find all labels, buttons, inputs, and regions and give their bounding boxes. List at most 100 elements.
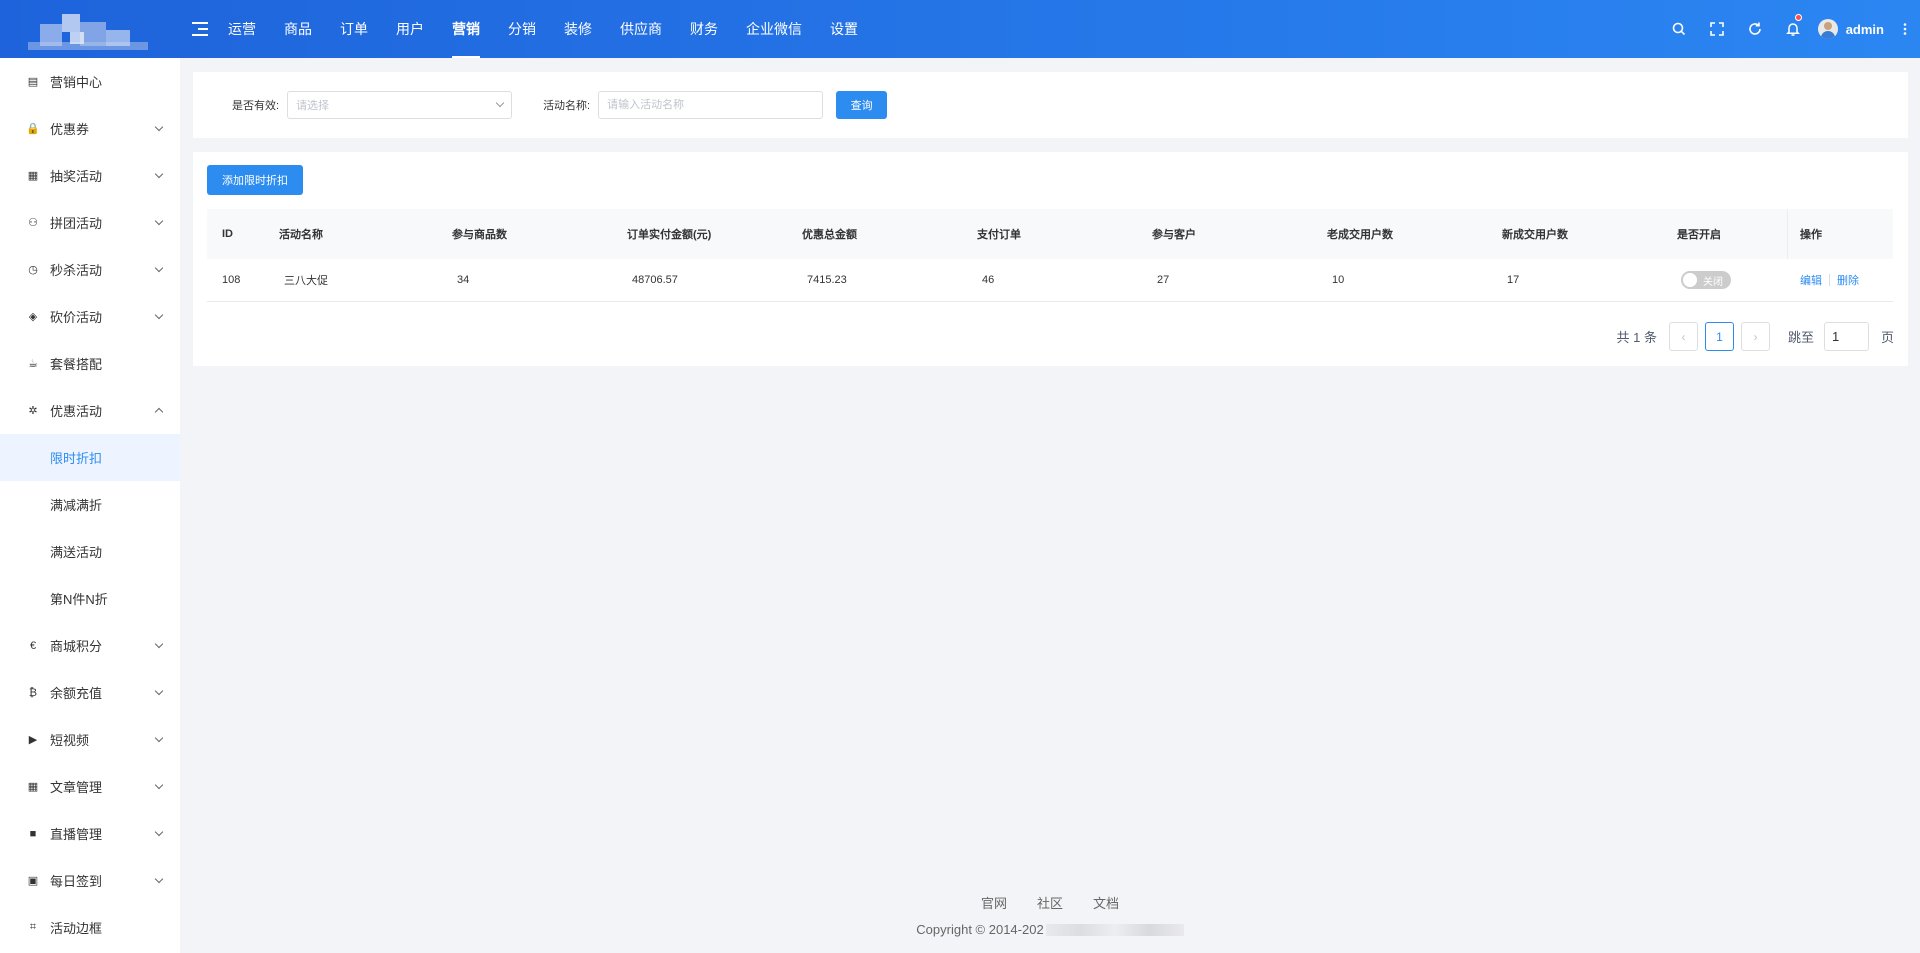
user-menu[interactable]: admin xyxy=(1817,19,1884,39)
sidebar-item[interactable]: ▤ 营销中心 xyxy=(0,58,180,105)
edit-link[interactable]: 编辑 xyxy=(1800,272,1822,288)
activity-name-input[interactable] xyxy=(598,91,824,119)
chevron-down-icon xyxy=(154,639,164,649)
footer-link[interactable]: 社区 xyxy=(1037,893,1063,912)
discount-table: ID 活动名称 参与商品数 订单实付金额(元) 优惠总金额 支付订单 参与客户 老成交用户数 新… xyxy=(207,209,1893,302)
top-nav-item[interactable]: 企业微信 xyxy=(732,0,816,58)
chevron-down-icon xyxy=(154,780,164,790)
copyright-redacted xyxy=(1045,923,1184,936)
top-nav-item[interactable]: 商品 xyxy=(270,0,326,58)
sidebar-subitem[interactable]: 满减满折 xyxy=(0,481,180,528)
sidebar-item[interactable]: 🔒 优惠券 xyxy=(0,105,180,152)
enabled-cell: 关闭 xyxy=(1681,259,1731,301)
group-icon: ⚇ xyxy=(28,217,38,229)
column-header: 是否开启 xyxy=(1677,229,1721,241)
top-nav-item[interactable]: 运营 xyxy=(214,0,270,58)
more-vertical-icon[interactable] xyxy=(1890,0,1920,58)
fullscreen-icon[interactable] xyxy=(1698,0,1736,58)
prev-page-button[interactable]: ‹ xyxy=(1668,322,1698,351)
sidebar-item-label: 直播管理 xyxy=(50,827,103,842)
column-divider xyxy=(1787,209,1788,259)
euro-icon: € xyxy=(29,639,37,652)
sidebar-item-label: 优惠券 xyxy=(50,122,90,137)
column-header: 参与商品数 xyxy=(452,229,507,241)
chevron-down-icon xyxy=(495,98,505,108)
sidebar-item[interactable]: ▦ 抽奖活动 xyxy=(0,152,180,199)
grid-icon: ▦ xyxy=(27,170,39,182)
enabled-toggle[interactable]: 关闭 xyxy=(1681,271,1731,289)
sidebar-subitem[interactable]: 限时折扣 xyxy=(0,434,180,481)
valid-filter-placeholder: 请选择 xyxy=(296,100,330,112)
chevron-down-icon xyxy=(154,827,164,837)
top-nav-item[interactable]: 供应商 xyxy=(606,0,676,58)
delete-link[interactable]: 删除 xyxy=(1837,272,1859,288)
sidebar-item[interactable]: ▦ 文章管理 xyxy=(0,763,180,810)
top-nav-item[interactable]: 用户 xyxy=(382,0,438,58)
sidebar-item[interactable]: ▶ 短视频 xyxy=(0,716,180,763)
refresh-icon[interactable] xyxy=(1736,0,1774,58)
bitcoin-icon: ₿ xyxy=(28,686,38,699)
user-name: admin xyxy=(1845,21,1884,37)
youtube-icon: ▶ xyxy=(28,734,38,746)
sidebar-subitem[interactable]: 第N件N折 xyxy=(0,575,180,622)
top-nav-item[interactable]: 订单 xyxy=(326,0,382,58)
action-divider xyxy=(1829,274,1830,286)
top-nav: 运营 商品 订单 用户 营销 分销 装修 供应商 财务 企业微信 设置 xyxy=(214,0,872,58)
sidebar-item-label: 营销中心 xyxy=(50,75,103,90)
sidebar-item[interactable]: ☕ 套餐搭配 xyxy=(0,340,180,387)
sidebar-item-label: 砍价活动 xyxy=(50,310,103,325)
filter-bar: 是否有效: 请选择 活动名称: 查询 xyxy=(193,72,1908,138)
menu-collapse-icon[interactable] xyxy=(192,22,208,36)
top-nav-item[interactable]: 装修 xyxy=(550,0,606,58)
table-cell: 34 xyxy=(457,274,470,286)
page-button[interactable]: 1 xyxy=(1704,322,1734,351)
chevron-down-icon xyxy=(154,733,164,743)
sidebar-item[interactable]: ⌗ 活动边框 xyxy=(0,904,180,951)
add-flash-discount-button[interactable]: 添加限时折扣 xyxy=(207,165,303,195)
table-header: ID 活动名称 参与商品数 订单实付金额(元) 优惠总金额 支付订单 参与客户 老成交用户数 新… xyxy=(207,209,1893,259)
sidebar-item[interactable]: ▣ 每日签到 xyxy=(0,857,180,904)
sidebar-item[interactable]: ⚇ 拼团活动 xyxy=(0,199,180,246)
footer-link[interactable]: 官网 xyxy=(981,893,1007,912)
table-cell: 10 xyxy=(1332,274,1345,286)
top-nav-item[interactable]: 分销 xyxy=(494,0,550,58)
table-cell: 27 xyxy=(1157,274,1170,286)
next-page-button[interactable]: › xyxy=(1740,322,1770,351)
table-card: 添加限时折扣 ID 活动名称 参与商品数 订单实付金额(元) 优惠总金额 支付订单 参与客户… xyxy=(193,152,1908,366)
book-icon: ▤ xyxy=(27,76,39,88)
sidebar-item[interactable]: ✲ 优惠活动 xyxy=(0,387,180,434)
sidebar-item[interactable]: € 商城积分 xyxy=(0,622,180,669)
chevron-down-icon xyxy=(154,169,164,179)
table-cell: 48706.57 xyxy=(632,274,678,286)
top-nav-item[interactable]: 财务 xyxy=(676,0,732,58)
header-toolbar: admin xyxy=(1660,0,1920,58)
sidebar: ▤ 营销中心 🔒 优惠券 ▦ 抽奖活动 ⚇ 拼团活动 ◷ 秒杀活动 ◈ 砍价活动 ☕ 套餐搭配 ✲ 优惠活动限… xyxy=(0,58,180,953)
page-unit: 页 xyxy=(1880,330,1894,345)
top-nav-item[interactable]: 设置 xyxy=(816,0,872,58)
calendar-icon: ▣ xyxy=(27,875,39,887)
chevron-down-icon xyxy=(154,874,164,884)
sidebar-item[interactable]: ◈ 砍价活动 xyxy=(0,293,180,340)
chevron-down-icon xyxy=(154,686,164,696)
jump-page-input[interactable] xyxy=(1823,322,1869,351)
sidebar-item[interactable]: ₿ 余额充值 xyxy=(0,669,180,716)
notification-bell-icon[interactable] xyxy=(1774,0,1812,58)
copyright-text: Copyright © 2014-202 xyxy=(916,922,1044,937)
sidebar-item[interactable]: ◷ 秒杀活动 xyxy=(0,246,180,293)
document-icon: ▦ xyxy=(27,781,39,793)
search-icon[interactable] xyxy=(1660,0,1698,58)
footer-link[interactable]: 文档 xyxy=(1093,893,1119,912)
total-count: 共 1 条 xyxy=(1616,330,1657,345)
chevron-down-icon xyxy=(154,122,164,132)
query-button[interactable]: 查询 xyxy=(836,91,888,119)
logo[interactable] xyxy=(0,0,180,58)
valid-filter-select[interactable]: 请选择 xyxy=(287,91,513,119)
actions-cell: 编辑 删除 xyxy=(1800,259,1859,301)
top-nav-item[interactable]: 营销 xyxy=(438,0,494,58)
sidebar-item[interactable]: ■ 直播管理 xyxy=(0,810,180,857)
chevron-down-icon xyxy=(154,216,164,226)
top-header: 运营 商品 订单 用户 营销 分销 装修 供应商 财务 企业微信 设置 admin xyxy=(0,0,1920,58)
sidebar-item-label: 每日签到 xyxy=(50,874,103,889)
column-header: 活动名称 xyxy=(279,229,323,241)
sidebar-subitem[interactable]: 满送活动 xyxy=(0,528,180,575)
